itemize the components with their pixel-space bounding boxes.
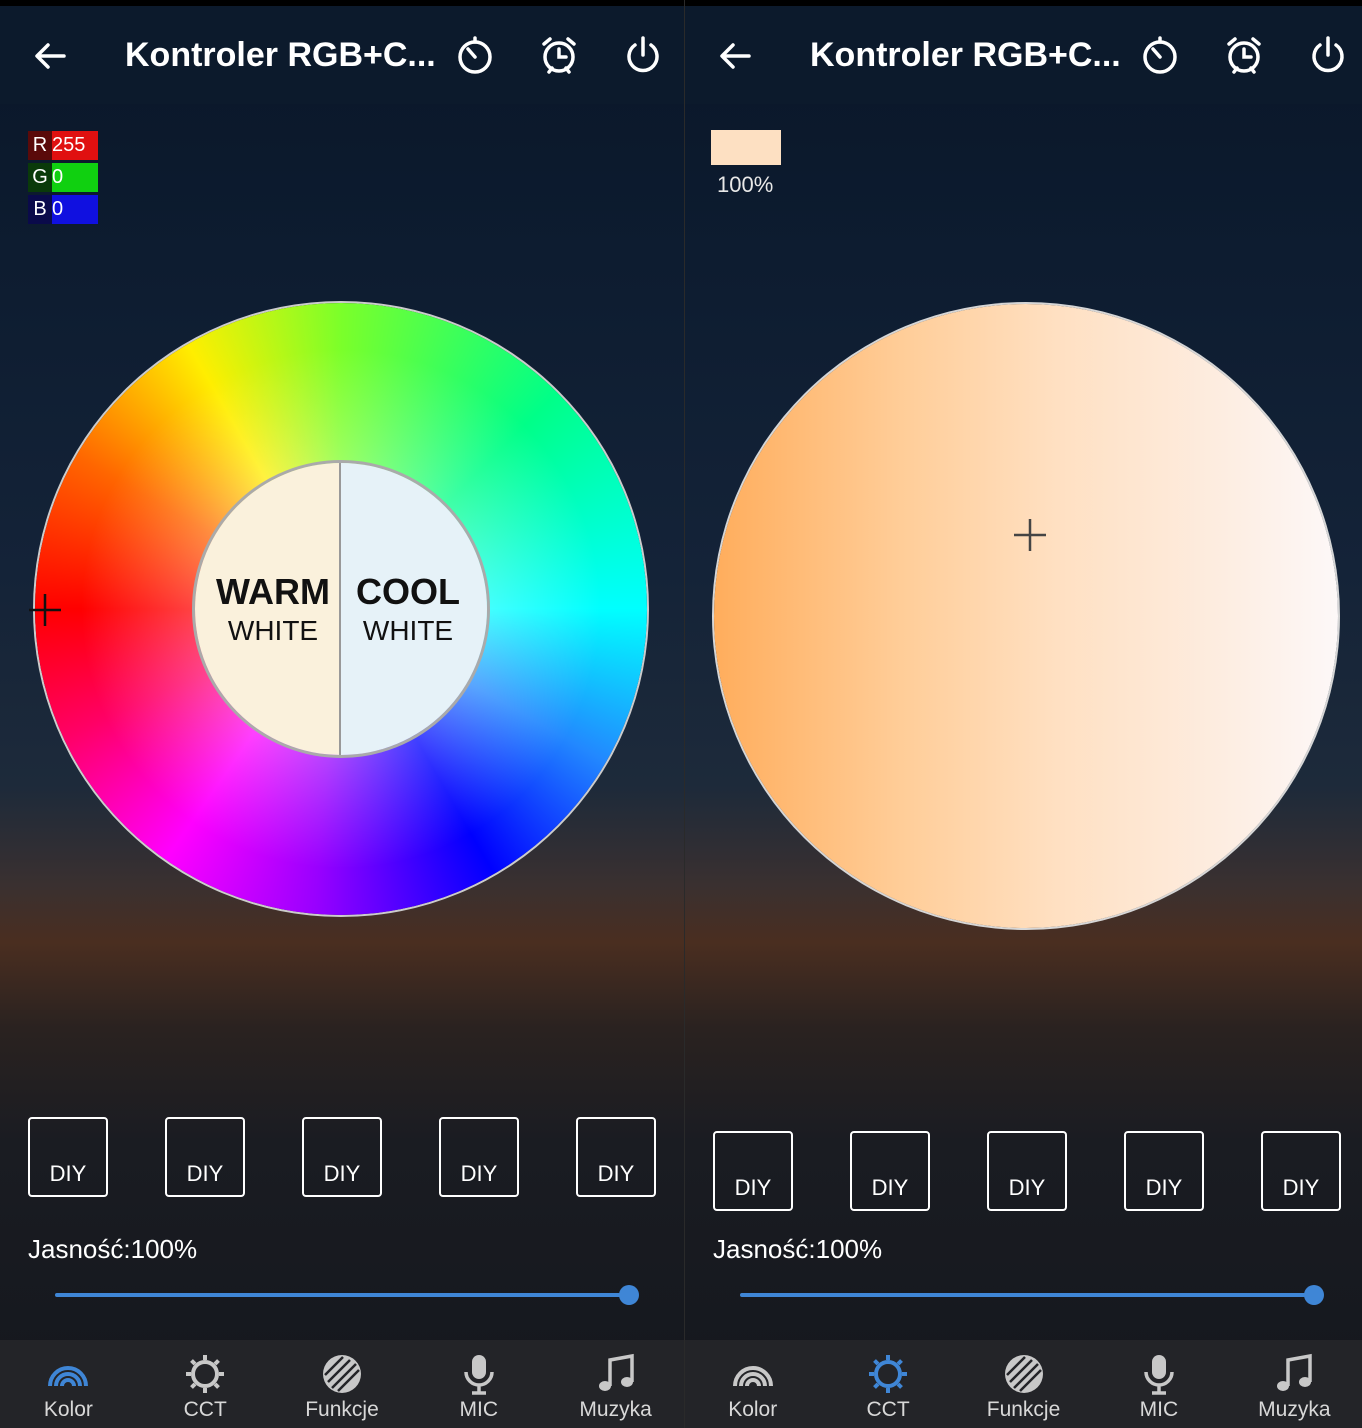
tab-mic[interactable]: MIC: [1091, 1340, 1226, 1428]
alarm-clock-icon[interactable]: [1223, 34, 1265, 76]
diy-button[interactable]: DIY: [850, 1131, 930, 1211]
swatch-percent: 100%: [717, 172, 774, 197]
tab-cct[interactable]: CCT: [820, 1340, 955, 1428]
color-wheel[interactable]: WARM WHITE COOL WHITE: [35, 303, 649, 917]
blue-label: B: [33, 198, 47, 220]
cool-label: COOL: [356, 571, 460, 612]
tab-muzyka[interactable]: Muzyka: [1227, 1340, 1362, 1428]
sun-gear-icon: [869, 1355, 908, 1393]
green-label: G: [32, 166, 48, 188]
microphone-icon: [1144, 1355, 1174, 1395]
tab-label: MIC: [1139, 1398, 1179, 1421]
diy-button[interactable]: DIY: [1261, 1131, 1341, 1211]
tab-funkcje[interactable]: Funkcje: [274, 1340, 411, 1428]
tab-mic[interactable]: MIC: [410, 1340, 547, 1428]
diy-button[interactable]: DIY: [439, 1117, 519, 1197]
tab-kolor[interactable]: Kolor: [685, 1340, 820, 1428]
warm-white-label: WHITE: [227, 615, 319, 646]
rainbow-icon: [48, 1366, 89, 1387]
red-value: 255: [52, 134, 86, 156]
microphone-icon: [464, 1355, 494, 1395]
cct-picker-circle[interactable]: [714, 304, 1338, 928]
warm-label: WARM: [216, 571, 330, 612]
back-arrow-icon[interactable]: [715, 36, 755, 76]
tab-kolor[interactable]: Kolor: [0, 1340, 137, 1428]
blue-value-row: B 0: [28, 195, 98, 224]
red-label: R: [32, 134, 48, 156]
music-note-icon: [1277, 1353, 1313, 1391]
back-arrow-icon[interactable]: [30, 36, 70, 76]
sun-gear-icon: [186, 1355, 225, 1393]
cct-screen: Kontroler RGB+C... 100% DIY DIY DIY DIY …: [685, 0, 1362, 1428]
tab-label: Kolor: [728, 1398, 778, 1421]
tab-label: MIC: [459, 1398, 499, 1421]
diy-button[interactable]: DIY: [987, 1131, 1067, 1211]
cool-white-label: WHITE: [362, 615, 454, 646]
tab-label: Muzyka: [1258, 1398, 1331, 1421]
tab-label: CCT: [866, 1398, 910, 1421]
rainbow-icon: [732, 1366, 773, 1387]
tab-label: Muzyka: [579, 1398, 652, 1421]
tab-label: CCT: [183, 1398, 227, 1421]
color-picker-crosshair-icon[interactable]: [27, 592, 63, 628]
tab-cct[interactable]: CCT: [137, 1340, 274, 1428]
white-selector: WARM WHITE COOL WHITE: [192, 460, 490, 758]
warm-white-button[interactable]: WARM WHITE: [195, 463, 341, 755]
diy-button[interactable]: DIY: [576, 1117, 656, 1197]
diy-presets: DIY DIY DIY DIY DIY: [28, 1117, 656, 1197]
tab-label: Funkcje: [986, 1398, 1061, 1421]
app-title: Kontroler RGB+C...: [125, 36, 436, 74]
brightness-slider-knob[interactable]: [619, 1285, 639, 1305]
green-value: 0: [52, 166, 64, 188]
power-icon[interactable]: [622, 34, 664, 76]
tab-muzyka[interactable]: Muzyka: [547, 1340, 684, 1428]
brightness-label: Jasność:100%: [713, 1234, 883, 1264]
bottom-nav: Kolor CCT Funkcje MIC Muzyka: [685, 1340, 1362, 1428]
app-bar: Kontroler RGB+C...: [685, 6, 1362, 104]
bottom-nav: Kolor CCT Funkcje MIC Muzyka: [0, 1340, 684, 1428]
brightness-slider[interactable]: [55, 1285, 639, 1305]
music-note-icon: [598, 1353, 634, 1391]
cct-crosshair-icon[interactable]: [1012, 517, 1048, 553]
brightness-slider[interactable]: [740, 1285, 1324, 1305]
screenshot-root: Kontroler RGB+C... R 255 G 0 B 0 WARM WH…: [0, 0, 1362, 1428]
diy-button[interactable]: DIY: [165, 1117, 245, 1197]
diy-button[interactable]: DIY: [28, 1117, 108, 1197]
tab-label: Funkcje: [305, 1398, 379, 1421]
app-title: Kontroler RGB+C...: [810, 36, 1121, 74]
diy-button[interactable]: DIY: [713, 1131, 793, 1211]
color-screen: Kontroler RGB+C... R 255 G 0 B 0 WARM WH…: [0, 0, 684, 1428]
red-value-row: R 255: [28, 131, 98, 160]
tab-label: Kolor: [43, 1398, 93, 1421]
diy-button[interactable]: DIY: [302, 1117, 382, 1197]
tab-funkcje[interactable]: Funkcje: [956, 1340, 1091, 1428]
rgb-readout: R 255 G 0 B 0: [28, 131, 98, 227]
green-value-row: G 0: [28, 163, 98, 192]
brightness-label: Jasność:100%: [28, 1234, 198, 1264]
alarm-clock-icon[interactable]: [538, 34, 580, 76]
diy-presets: DIY DIY DIY DIY DIY: [713, 1131, 1341, 1211]
app-bar: Kontroler RGB+C...: [0, 6, 684, 104]
striped-circle-icon: [1004, 1355, 1043, 1393]
diy-button[interactable]: DIY: [1124, 1131, 1204, 1211]
color-temperature-swatch: [711, 130, 781, 165]
brightness-slider-knob[interactable]: [1304, 1285, 1324, 1305]
striped-circle-icon: [322, 1355, 361, 1393]
timer-icon[interactable]: [454, 34, 496, 76]
timer-icon[interactable]: [1139, 34, 1181, 76]
power-icon[interactable]: [1307, 34, 1349, 76]
blue-value: 0: [52, 198, 64, 220]
cool-white-button[interactable]: COOL WHITE: [341, 463, 487, 755]
